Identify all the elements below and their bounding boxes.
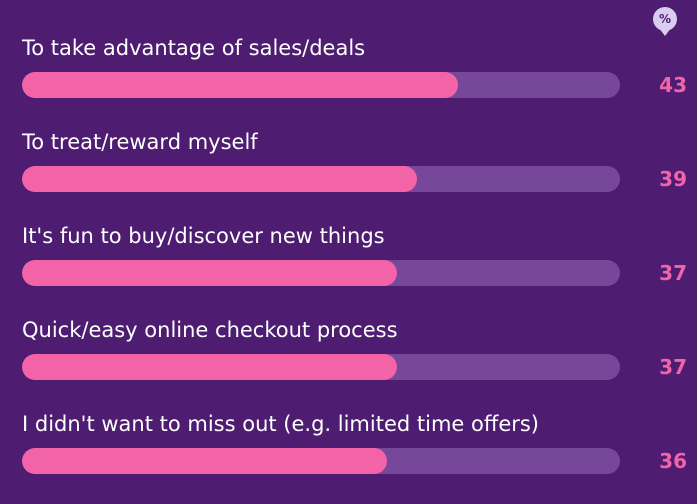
bar <box>22 354 397 380</box>
bar-chart: % To take advantage of sales/deals 43 To t… <box>0 0 697 474</box>
bar-track <box>22 260 620 286</box>
value-label: 36 <box>659 449 687 473</box>
bar-track <box>22 166 620 192</box>
value-label: 39 <box>659 167 687 191</box>
category-label: Quick/easy online checkout process <box>22 318 398 342</box>
value-label: 43 <box>659 73 687 97</box>
chart-row: To take advantage of sales/deals 43 <box>0 34 697 128</box>
bar-track <box>22 72 620 98</box>
bar-track <box>22 354 620 380</box>
chart-row: Quick/easy online checkout process 37 <box>0 316 697 410</box>
category-label: I didn't want to miss out (e.g. limited … <box>22 412 540 436</box>
bar <box>22 72 458 98</box>
chart-row: I didn't want to miss out (e.g. limited … <box>0 410 697 504</box>
percent-unit-badge: % <box>653 7 677 37</box>
value-label: 37 <box>659 355 687 379</box>
category-label: To treat/reward myself <box>22 130 258 154</box>
category-label: It's fun to buy/discover new things <box>22 224 385 248</box>
bar <box>22 448 387 474</box>
bar <box>22 260 397 286</box>
bar <box>22 166 417 192</box>
chart-row: It's fun to buy/discover new things 37 <box>0 222 697 316</box>
category-label: To take advantage of sales/deals <box>22 36 366 60</box>
bar-track <box>22 448 620 474</box>
chart-row: To treat/reward myself 39 <box>0 128 697 222</box>
value-label: 37 <box>659 261 687 285</box>
